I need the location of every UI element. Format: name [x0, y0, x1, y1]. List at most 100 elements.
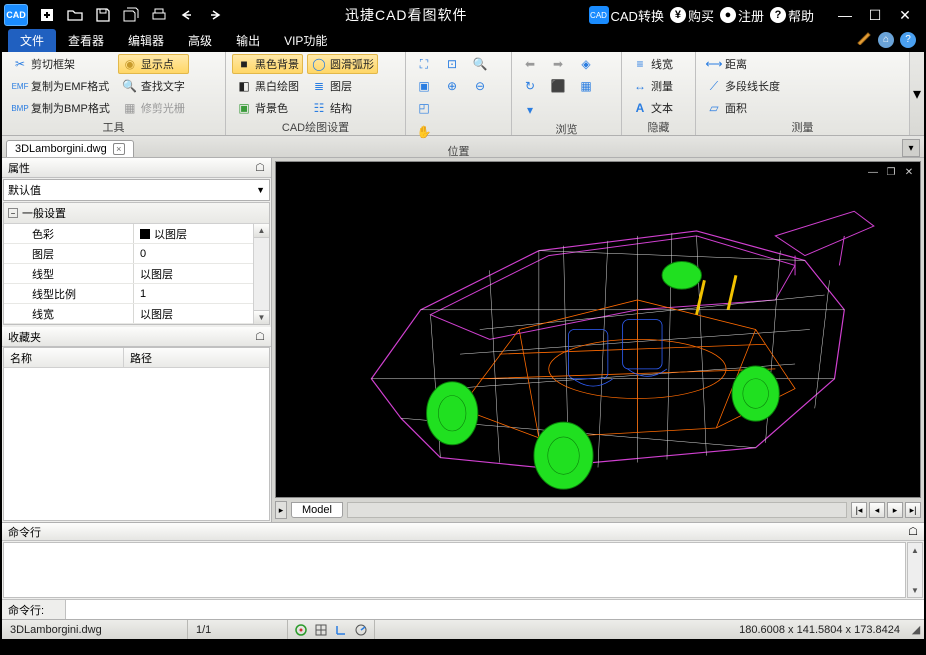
collapse-icon[interactable]: − — [8, 208, 18, 218]
favorites-col-path[interactable]: 路径 — [124, 348, 269, 367]
status-coordinates: 180.6008 x 141.5804 x 173.8424 — [731, 624, 908, 636]
about-icon[interactable]: ? — [900, 32, 916, 48]
title-bar: CAD 迅捷CAD看图软件 CADCAD转换 ¥购买 ●注册 ?帮助 — ☐ ✕ — [2, 2, 924, 28]
black-bg-button[interactable]: ■黑色背景 — [232, 54, 303, 74]
tab-viewer[interactable]: 查看器 — [56, 29, 116, 52]
zoom-out-icon[interactable]: 🔍 — [468, 54, 492, 74]
view-3d-icon[interactable]: ▦ — [574, 76, 598, 96]
home-icon[interactable]: ⌂ — [878, 32, 894, 48]
favorites-col-name[interactable]: 名称 — [4, 348, 124, 367]
pin-icon[interactable]: ☖ — [255, 330, 265, 343]
command-scrollbar[interactable]: ▲▼ — [907, 542, 923, 598]
doc-tab-active[interactable]: 3DLamborgini.dwg × — [6, 140, 134, 157]
properties-sidebar: 属性 ☖ 默认值 ▼ − 一般设置 色彩以图层 图层0 线型以图层 线型比例1 … — [2, 158, 272, 522]
chevron-down-icon: ▼ — [256, 185, 265, 195]
help-button[interactable]: ?帮助 — [770, 6, 814, 25]
group-measure-label: 测量 — [702, 118, 903, 136]
doc-tabs-menu-icon[interactable]: ▾ — [902, 139, 920, 157]
distance-button[interactable]: ⟷距离 — [702, 54, 784, 74]
bw-draw-button[interactable]: ◧黑白绘图 — [232, 76, 303, 96]
app-title: 迅捷CAD看图软件 — [224, 5, 589, 25]
tab-vip[interactable]: VIP功能 — [272, 29, 339, 52]
property-scrollbar[interactable]: ▲▼ — [253, 224, 269, 324]
viewport-minimize-icon[interactable]: — — [865, 165, 881, 179]
status-grid-icon[interactable] — [314, 623, 328, 637]
tab-nav-last-icon[interactable]: ▸| — [905, 502, 921, 518]
zoom-prev-icon[interactable]: ◰ — [412, 98, 436, 118]
find-text-button[interactable]: 🔍查找文字 — [118, 76, 189, 96]
zoom-window-icon[interactable]: ▣ — [412, 76, 436, 96]
model-tab-scrollbar[interactable] — [347, 502, 847, 518]
undo-icon[interactable] — [178, 6, 196, 24]
view-top-icon[interactable]: ⬛ — [546, 76, 570, 96]
print-icon[interactable] — [150, 6, 168, 24]
pin-icon[interactable]: ☖ — [255, 161, 265, 174]
line-width-button[interactable]: ≡线宽 — [628, 54, 677, 74]
status-bar: 3DLamborgini.dwg 1/1 180.6008 x 141.5804… — [2, 619, 924, 639]
model-tab[interactable]: Model — [291, 502, 343, 518]
tab-nav-prev-icon[interactable]: ◂ — [869, 502, 885, 518]
app-logo: CAD — [4, 4, 28, 26]
tab-editor[interactable]: 编辑器 — [116, 29, 176, 52]
polyline-length-button[interactable]: ⟋多段线长度 — [702, 76, 784, 96]
cad-convert-button[interactable]: CADCAD转换 — [589, 6, 664, 25]
status-resize-grip-icon[interactable]: ◢ — [908, 623, 924, 636]
area-button[interactable]: ▱面积 — [702, 98, 784, 118]
status-polar-icon[interactable] — [354, 623, 368, 637]
orbit-icon[interactable]: ↻ — [518, 76, 542, 96]
show-point-button[interactable]: ◉显示点 — [118, 54, 189, 74]
zoom-in-icon[interactable]: ⊕ — [440, 76, 464, 96]
save-all-icon[interactable] — [122, 6, 140, 24]
viewport-restore-icon[interactable]: ❐ — [883, 165, 899, 179]
save-icon[interactable] — [94, 6, 112, 24]
zoom-fit-icon[interactable]: ⊡ — [440, 54, 464, 74]
smooth-arc-button[interactable]: ◯圆滑弧形 — [307, 54, 378, 74]
command-input[interactable] — [66, 600, 924, 619]
copy-bmp-button[interactable]: BMP复制为BMP格式 — [8, 98, 114, 118]
measure-toggle-button[interactable]: ↔测量 — [628, 76, 677, 96]
text-button[interactable]: A文本 — [628, 98, 677, 118]
pin-icon[interactable]: ☖ — [908, 525, 918, 538]
copy-emf-button[interactable]: EMF复制为EMF格式 — [8, 76, 114, 96]
close-button[interactable]: ✕ — [890, 3, 920, 27]
register-button[interactable]: ●注册 — [720, 6, 764, 25]
pen-icon[interactable] — [856, 29, 872, 50]
view-iso-icon[interactable]: ◈ — [574, 54, 598, 74]
open-folder-icon[interactable] — [66, 6, 84, 24]
bg-color-button[interactable]: ▣背景色 — [232, 98, 303, 118]
group-cad-label: CAD绘图设置 — [232, 118, 399, 136]
command-panel-title: 命令行 — [8, 524, 41, 540]
status-filename: 3DLamborgini.dwg — [2, 620, 188, 639]
favorites-list: 名称 路径 — [3, 347, 270, 521]
maximize-button[interactable]: ☐ — [860, 3, 890, 27]
new-file-icon[interactable] — [38, 6, 56, 24]
property-row: 线型比例1 — [4, 284, 253, 304]
drawing-viewport[interactable]: — ❐ ✕ — [275, 161, 921, 498]
status-ortho-icon[interactable] — [334, 623, 348, 637]
tab-file[interactable]: 文件 — [8, 29, 56, 52]
property-category[interactable]: − 一般设置 — [4, 203, 269, 224]
tab-advanced[interactable]: 高级 — [176, 29, 224, 52]
tab-nav-next-icon[interactable]: ▸ — [887, 502, 903, 518]
minimize-button[interactable]: — — [830, 3, 860, 27]
ribbon-collapse-icon[interactable]: ▾ — [910, 52, 924, 135]
model-tab-lead-icon[interactable]: ▸ — [275, 501, 287, 519]
status-snap-icon[interactable] — [294, 623, 308, 637]
viewport-close-icon[interactable]: ✕ — [901, 165, 917, 179]
redo-icon[interactable] — [206, 6, 224, 24]
tab-nav-first-icon[interactable]: |◂ — [851, 502, 867, 518]
zoom-extents-icon[interactable]: ⛶ — [412, 54, 436, 74]
close-tab-icon[interactable]: × — [113, 143, 125, 155]
view-more-icon[interactable]: ▾ — [518, 100, 542, 120]
zoom-scale-icon[interactable]: ⊖ — [468, 76, 492, 96]
model-space-tabs: ▸ Model |◂ ◂ ▸ ▸| — [275, 500, 921, 520]
browse-fwd-icon: ➡ — [546, 54, 570, 74]
pan-icon[interactable]: ✋ — [412, 122, 436, 142]
default-value-dropdown[interactable]: 默认值 ▼ — [3, 179, 270, 201]
clip-frame-button[interactable]: ✂剪切框架 — [8, 54, 114, 74]
buy-button[interactable]: ¥购买 — [670, 6, 714, 25]
structure-button[interactable]: ☷结构 — [307, 98, 378, 118]
command-history[interactable] — [3, 542, 906, 598]
layer-button[interactable]: ≣图层 — [307, 76, 378, 96]
tab-output[interactable]: 输出 — [224, 29, 272, 52]
